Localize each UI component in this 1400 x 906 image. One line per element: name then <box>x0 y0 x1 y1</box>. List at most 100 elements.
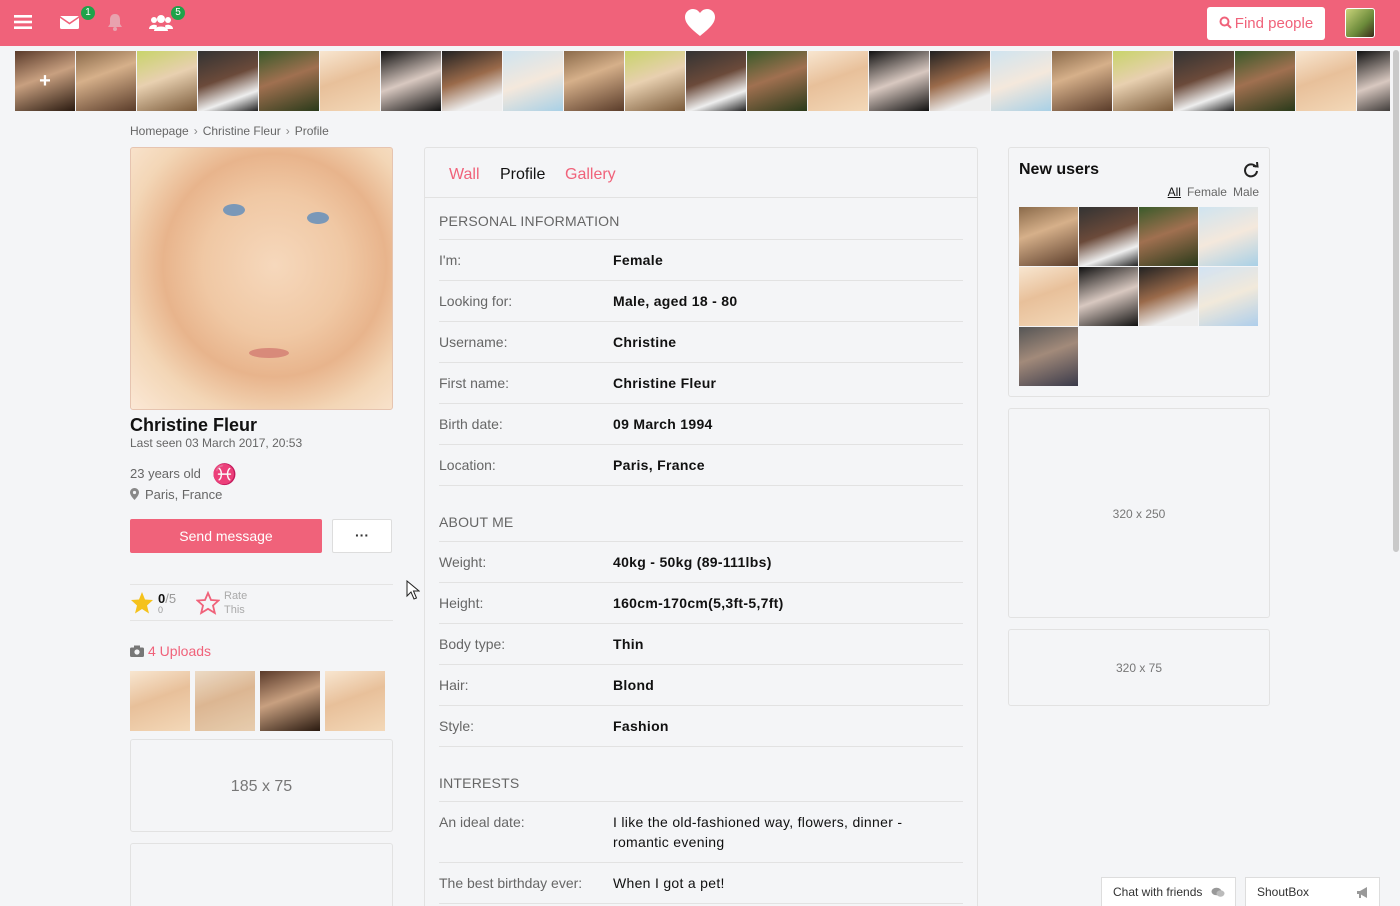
featured-user-photo[interactable] <box>137 51 197 111</box>
featured-user-photo[interactable] <box>564 51 624 111</box>
new-user-photo[interactable] <box>1139 207 1198 266</box>
upload-thumbnail[interactable] <box>260 671 320 731</box>
chevron-right-icon: › <box>193 124 198 138</box>
featured-user-photo[interactable] <box>686 51 746 111</box>
users-icon <box>149 15 173 31</box>
envelope-icon <box>59 16 80 29</box>
comments-icon <box>1211 887 1225 897</box>
new-user-photo[interactable] <box>1199 267 1258 326</box>
featured-user-photo[interactable] <box>1235 51 1295 111</box>
shoutbox-button[interactable]: ShoutBox <box>1245 877 1380 906</box>
info-row: An ideal date: I like the old-fashioned w… <box>439 802 963 863</box>
tab-profile[interactable]: Profile <box>500 166 545 184</box>
profile-photo[interactable] <box>130 147 393 410</box>
featured-users-strip: + <box>15 51 1390 111</box>
shoutbox-label: ShoutBox <box>1257 885 1310 899</box>
friends-badge: 5 <box>171 6 185 20</box>
featured-user-photo[interactable] <box>625 51 685 111</box>
upload-thumbnail[interactable] <box>195 671 255 731</box>
rate-this-button[interactable]: Rate This <box>224 589 264 617</box>
featured-user-photo[interactable] <box>747 51 807 111</box>
featured-user-photo[interactable] <box>991 51 1051 111</box>
new-user-photo[interactable] <box>1019 207 1078 266</box>
notifications-button[interactable] <box>105 12 129 34</box>
user-avatar[interactable] <box>1345 8 1375 38</box>
new-user-photo[interactable] <box>1139 267 1198 326</box>
featured-user-photo[interactable] <box>442 51 502 111</box>
filter-female[interactable]: Female <box>1187 185 1227 199</box>
ad-placeholder-empty <box>130 843 393 906</box>
tab-wall[interactable]: Wall <box>449 166 480 184</box>
refresh-icon[interactable] <box>1243 162 1259 178</box>
featured-user-photo[interactable] <box>503 51 563 111</box>
new-users-widget: New users All Female Male <box>1008 147 1270 397</box>
featured-user-photo[interactable] <box>76 51 136 111</box>
find-people-button[interactable]: Find people <box>1207 7 1325 40</box>
ad-placeholder-320x75: 320 x 75 <box>1008 629 1270 706</box>
uploads-thumbnails <box>130 671 393 731</box>
info-row: Body type: Thin <box>439 624 963 665</box>
logo-heart-icon[interactable] <box>684 8 716 38</box>
info-row: Location: Paris, France <box>439 445 963 486</box>
zodiac-pisces-icon: ♓ <box>212 464 237 486</box>
breadcrumb: Homepage › Christine Fleur › Profile <box>130 124 329 138</box>
uploads-label: 4 Uploads <box>148 643 212 659</box>
new-users-title: New users <box>1019 161 1100 178</box>
featured-user-photo[interactable] <box>1174 51 1234 111</box>
featured-user-photo[interactable] <box>1296 51 1356 111</box>
send-message-button[interactable]: Send message <box>130 519 322 553</box>
search-icon <box>1219 16 1232 29</box>
bell-icon <box>108 14 122 31</box>
messages-button[interactable]: 1 <box>59 6 95 34</box>
new-user-photo[interactable] <box>1019 327 1078 386</box>
more-options-button[interactable]: ··· <box>332 519 392 553</box>
info-row: Hair: Blond <box>439 665 963 706</box>
map-marker-icon <box>130 488 139 500</box>
star-outline-icon[interactable] <box>196 591 220 615</box>
chevron-right-icon: › <box>285 124 290 138</box>
new-user-photo[interactable] <box>1019 267 1078 326</box>
new-user-photo[interactable] <box>1079 207 1138 266</box>
featured-user-photo[interactable] <box>1052 51 1112 111</box>
featured-user-photo[interactable] <box>930 51 990 111</box>
friends-button[interactable]: 5 <box>149 6 185 34</box>
featured-user-photo[interactable] <box>869 51 929 111</box>
uploads-link[interactable]: 4 Uploads <box>130 643 211 659</box>
featured-user-photo[interactable]: + <box>15 51 75 111</box>
upload-thumbnail[interactable] <box>325 671 385 731</box>
featured-user-photo[interactable] <box>1357 51 1390 111</box>
messages-badge: 1 <box>81 6 95 20</box>
featured-user-photo[interactable] <box>1113 51 1173 111</box>
new-user-photo[interactable] <box>1199 207 1258 266</box>
filter-male[interactable]: Male <box>1233 185 1259 199</box>
info-row: Height: 160cm-170cm(5,3ft-5,7ft) <box>439 583 963 624</box>
featured-user-photo[interactable] <box>320 51 380 111</box>
last-seen-text: Last seen 03 March 2017, 20:53 <box>130 436 303 450</box>
menu-icon[interactable] <box>13 12 37 34</box>
camera-icon <box>130 645 144 657</box>
ad-placeholder-185x75: 185 x 75 <box>130 739 393 832</box>
section-title-interests: INTERESTS <box>439 775 520 791</box>
new-user-photo[interactable] <box>1079 267 1138 326</box>
add-photo-icon[interactable]: + <box>15 51 75 111</box>
featured-user-photo[interactable] <box>198 51 258 111</box>
rating-votes: 0 <box>158 605 164 615</box>
upload-thumbnail[interactable] <box>130 671 190 731</box>
top-bar: 1 5 Find people <box>0 0 1400 46</box>
section-title-about: ABOUT ME <box>439 514 514 530</box>
info-row: Style: Fashion <box>439 706 963 747</box>
page-scrollbar[interactable] <box>1392 0 1400 906</box>
breadcrumb-homepage[interactable]: Homepage <box>130 124 189 138</box>
profile-tabs: Wall Profile Gallery <box>425 148 977 198</box>
breadcrumb-user[interactable]: Christine Fleur <box>203 124 281 138</box>
tab-gallery[interactable]: Gallery <box>565 166 616 184</box>
chat-with-friends-button[interactable]: Chat with friends <box>1101 877 1236 906</box>
mouse-cursor-icon <box>406 580 420 600</box>
featured-user-photo[interactable] <box>381 51 441 111</box>
featured-user-photo[interactable] <box>259 51 319 111</box>
scrollbar-thumb[interactable] <box>1393 50 1399 552</box>
location-text: Paris, France <box>130 487 222 502</box>
filter-all[interactable]: All <box>1168 185 1181 199</box>
featured-user-photo[interactable] <box>808 51 868 111</box>
info-row: The best birthday ever: When I got a pet! <box>439 863 963 904</box>
